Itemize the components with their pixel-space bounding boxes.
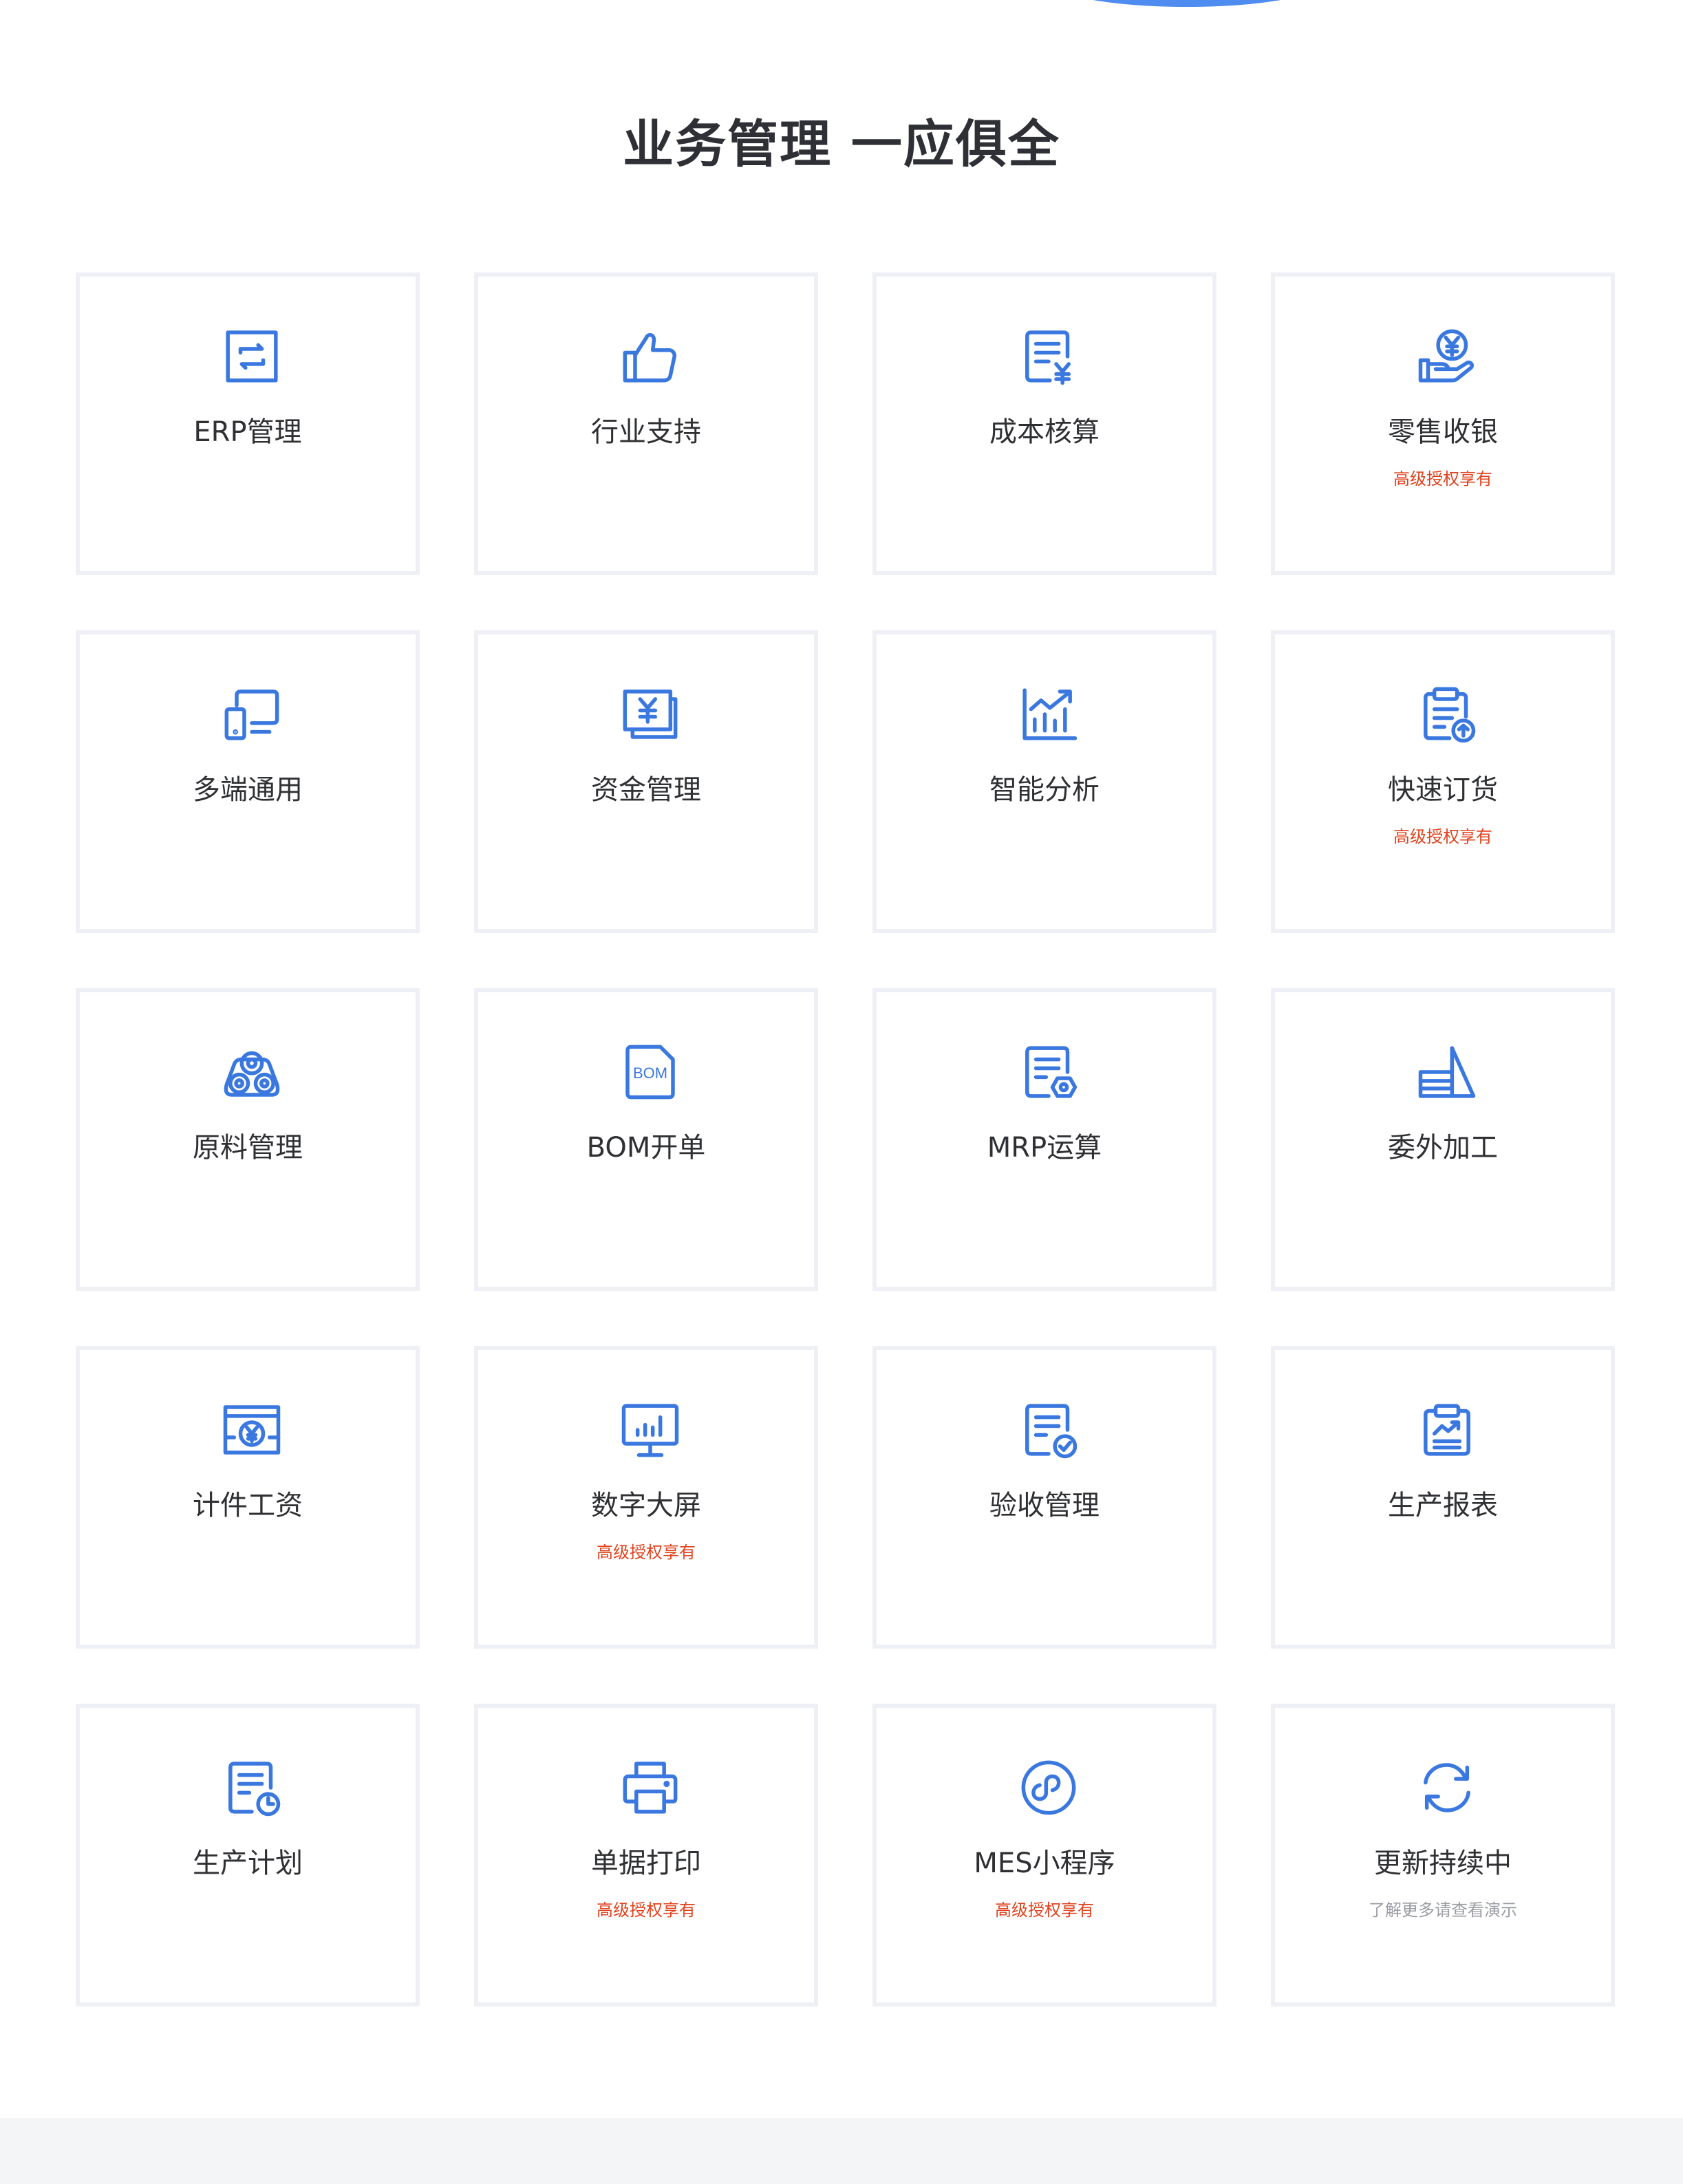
premium-license-note: 高级授权享有 [597, 1901, 696, 1920]
feature-label: 生产计划 [193, 1848, 303, 1879]
document-gear-icon [1018, 1042, 1079, 1102]
premium-license-note: 高级授权享有 [995, 1901, 1094, 1920]
premium-license-note: 高级授权享有 [597, 1543, 696, 1562]
feature-card-retail[interactable]: 零售收银 高级授权享有 [1271, 272, 1615, 575]
feature-card-erp[interactable]: ERP管理 [76, 272, 420, 575]
feature-card-print[interactable]: 单据打印 高级授权享有 [474, 1704, 818, 2006]
yen-document-icon [1018, 326, 1079, 387]
feature-label: 快速订货 [1388, 774, 1498, 806]
feature-card-industry[interactable]: 行业支持 [474, 272, 818, 575]
sync-square-icon [222, 326, 282, 387]
feature-label: 单据打印 [591, 1848, 701, 1879]
document-check-icon [1018, 1400, 1079, 1460]
monitor-chart-icon [620, 1400, 680, 1460]
outsource-stack-icon [1417, 1042, 1477, 1102]
feature-card-production-plan[interactable]: 生产计划 [76, 1704, 420, 2006]
feature-card-funds[interactable]: 资金管理 [474, 630, 818, 933]
feature-label: 成本核算 [989, 416, 1100, 448]
feature-card-cost[interactable]: 成本核算 [872, 272, 1216, 575]
feature-label: 数字大屏 [591, 1490, 701, 1521]
feature-label: 行业支持 [591, 416, 701, 448]
clipboard-trend-icon [1417, 1400, 1477, 1460]
feature-card-acceptance[interactable]: 验收管理 [872, 1346, 1216, 1649]
premium-license-note: 高级授权享有 [1393, 469, 1492, 489]
feature-card-multi-device[interactable]: 多端通用 [76, 630, 420, 933]
feature-card-quick-order[interactable]: 快速订货 高级授权享有 [1271, 630, 1615, 933]
growth-chart-icon [1018, 684, 1079, 745]
feature-card-more-updates[interactable]: 更新持续中 了解更多请查看演示 [1271, 1704, 1615, 2006]
feature-label: MRP运算 [987, 1132, 1102, 1164]
feature-label: ERP管理 [193, 416, 302, 448]
feature-label: 生产报表 [1388, 1490, 1498, 1521]
feature-grid: ERP管理 行业支持 成本核算 零售收银 高级授权享有 多端通用 资金管理 智能… [76, 272, 1615, 2006]
feature-label: 计件工资 [193, 1490, 303, 1521]
mini-program-icon [1018, 1757, 1079, 1818]
feature-label: 多端通用 [193, 774, 303, 806]
feature-label: MES小程序 [974, 1848, 1115, 1879]
feature-label: BOM开单 [586, 1132, 706, 1164]
document-clock-icon [222, 1757, 282, 1818]
printer-icon [620, 1757, 680, 1818]
yen-card-icon [620, 684, 680, 745]
page-title: 业务管理 一应俱全 [623, 115, 1060, 174]
feature-card-digital-screen[interactable]: 数字大屏 高级授权享有 [474, 1346, 818, 1649]
feature-card-production-report[interactable]: 生产报表 [1271, 1346, 1615, 1649]
feature-card-piece-wage[interactable]: 计件工资 [76, 1346, 420, 1649]
multi-device-icon [222, 684, 282, 745]
feature-card-analytics[interactable]: 智能分析 [872, 630, 1216, 933]
feature-label: 委外加工 [1388, 1132, 1498, 1164]
feature-label: 零售收银 [1388, 416, 1498, 448]
yen-hand-icon [1417, 326, 1477, 387]
material-rolls-icon [222, 1042, 282, 1102]
bom-icon-text: BOM [633, 1064, 667, 1082]
clipboard-upload-icon [1417, 684, 1477, 745]
wage-window-icon [222, 1400, 282, 1460]
demo-hint-note: 了解更多请查看演示 [1369, 1901, 1517, 1920]
top-decorative-arc [1053, 0, 1321, 7]
feature-card-mes-mini-program[interactable]: MES小程序 高级授权享有 [872, 1704, 1216, 2006]
feature-card-materials[interactable]: 原料管理 [76, 988, 420, 1291]
feature-label: 资金管理 [591, 774, 701, 806]
feature-label: 验收管理 [989, 1490, 1100, 1521]
footer-band [0, 2118, 1683, 2184]
thumbs-up-icon [620, 326, 680, 387]
feature-card-bom[interactable]: BOM BOM开单 [474, 988, 818, 1291]
bom-file-icon: BOM [620, 1042, 680, 1102]
refresh-icon [1417, 1757, 1477, 1818]
feature-card-outsourcing[interactable]: 委外加工 [1271, 988, 1615, 1291]
feature-label: 更新持续中 [1374, 1848, 1512, 1879]
feature-label: 原料管理 [193, 1132, 303, 1164]
feature-card-mrp[interactable]: MRP运算 [872, 988, 1216, 1291]
feature-label: 智能分析 [989, 774, 1100, 806]
premium-license-note: 高级授权享有 [1393, 827, 1492, 846]
